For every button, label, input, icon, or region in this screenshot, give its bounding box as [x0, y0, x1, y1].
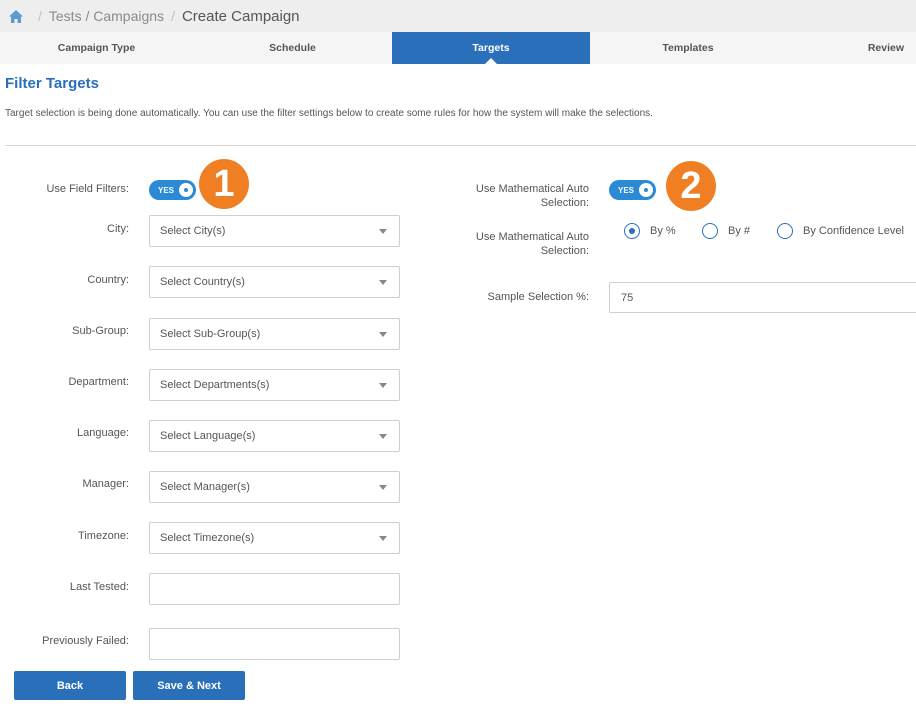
breadcrumb-tests-campaigns[interactable]: Tests / Campaigns	[49, 8, 164, 24]
department-select-text: Select Departments(s)	[160, 379, 270, 391]
breadcrumb-current: Create Campaign	[181, 7, 300, 25]
field-filters-toggle[interactable]: YES	[149, 180, 196, 200]
city-label: City:	[107, 223, 129, 235]
radio-button[interactable]	[777, 223, 793, 239]
radio-label-by-percent: By %	[650, 225, 676, 237]
selection-mode-label-line1: Use Mathematical Auto	[475, 231, 589, 243]
tab-schedule[interactable]: Schedule	[193, 32, 392, 64]
intro-text: Target selection is being done automatic…	[5, 108, 653, 119]
chevron-down-icon	[379, 280, 387, 285]
auto-selection-toggle[interactable]: YES	[609, 180, 656, 200]
chevron-down-icon	[379, 536, 387, 541]
city-select[interactable]: Select City(s)	[149, 215, 400, 247]
wizard-tabs: Campaign Type Schedule Targets Templates…	[0, 32, 916, 64]
radio-button-checked[interactable]	[624, 223, 640, 239]
auto-selection-label-line1: Use Mathematical Auto	[475, 183, 589, 195]
radio-by-percent[interactable]: By %	[624, 223, 676, 239]
radio-by-confidence-level[interactable]: By Confidence Level	[777, 223, 904, 239]
breadcrumb-separator: /	[38, 8, 42, 24]
selection-mode-label: Use Mathematical Auto Selection:	[430, 230, 589, 258]
previously-failed-label: Previously Failed:	[42, 635, 129, 647]
field-filters-label: Use Field Filters:	[46, 183, 129, 195]
radio-label-by-confidence-level: By Confidence Level	[803, 225, 904, 237]
country-select[interactable]: Select Country(s)	[149, 266, 400, 298]
auto-selection-label-line2: Selection:	[540, 197, 589, 209]
language-label: Language:	[77, 427, 129, 439]
breadcrumb-separator: /	[171, 8, 175, 24]
sub-group-label: Sub-Group:	[72, 325, 129, 337]
radio-by-number[interactable]: By #	[702, 223, 750, 239]
radio-button[interactable]	[702, 223, 718, 239]
timezone-select[interactable]: Select Timezone(s)	[149, 522, 400, 554]
breadcrumb: / Tests / Campaigns / Create Campaign	[0, 0, 916, 32]
language-select[interactable]: Select Language(s)	[149, 420, 400, 452]
sample-selection-input[interactable]: 75	[609, 282, 916, 313]
chevron-down-icon	[379, 434, 387, 439]
country-select-text: Select Country(s)	[160, 276, 245, 288]
manager-select[interactable]: Select Manager(s)	[149, 471, 400, 503]
save-next-button[interactable]: Save & Next	[133, 671, 245, 700]
timezone-label: Timezone:	[78, 530, 129, 542]
manager-select-text: Select Manager(s)	[160, 481, 250, 493]
step-badge-2: 2	[666, 161, 716, 211]
chevron-down-icon	[379, 332, 387, 337]
home-icon[interactable]	[9, 9, 23, 23]
timezone-select-text: Select Timezone(s)	[160, 532, 255, 544]
toggle-text: YES	[618, 185, 635, 195]
tab-campaign-type[interactable]: Campaign Type	[0, 32, 193, 64]
tab-review[interactable]: Review	[786, 32, 916, 64]
back-button[interactable]: Back	[14, 671, 126, 700]
auto-selection-label: Use Mathematical Auto Selection:	[430, 182, 589, 210]
country-label: Country:	[87, 274, 129, 286]
department-select[interactable]: Select Departments(s)	[149, 369, 400, 401]
radio-label-by-number: By #	[728, 225, 751, 237]
sub-group-select-text: Select Sub-Group(s)	[160, 328, 261, 340]
sub-group-select[interactable]: Select Sub-Group(s)	[149, 318, 400, 350]
selection-mode-label-line2: Selection:	[540, 245, 589, 257]
chevron-down-icon	[379, 229, 387, 234]
toggle-knob	[179, 183, 193, 197]
divider	[5, 145, 916, 146]
department-label: Department:	[68, 376, 129, 388]
page-title: Filter Targets	[5, 75, 99, 92]
chevron-down-icon	[379, 485, 387, 490]
language-select-text: Select Language(s)	[160, 430, 256, 442]
tab-targets[interactable]: Targets	[392, 32, 590, 64]
toggle-text: YES	[158, 185, 175, 195]
sample-selection-label: Sample Selection %:	[487, 291, 590, 303]
tab-templates[interactable]: Templates	[590, 32, 786, 64]
chevron-down-icon	[379, 383, 387, 388]
manager-label: Manager:	[82, 478, 129, 490]
step-badge-1: 1	[199, 159, 249, 209]
city-select-text: Select City(s)	[160, 225, 226, 237]
last-tested-label: Last Tested:	[69, 581, 129, 593]
previously-failed-input[interactable]	[149, 628, 400, 660]
last-tested-input[interactable]	[149, 573, 400, 605]
toggle-knob	[639, 183, 653, 197]
